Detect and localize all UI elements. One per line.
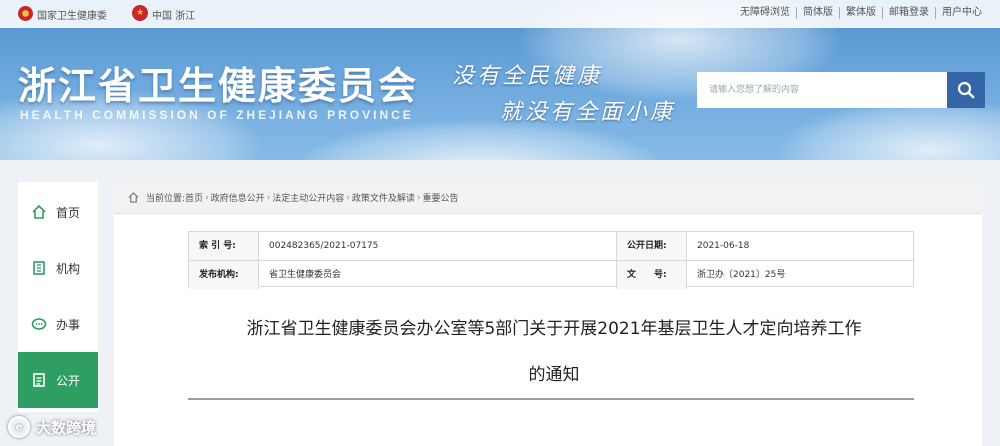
issuer-value: 省卫生健康委员会 (259, 261, 617, 289)
breadcrumb-item-home[interactable]: 首页 (185, 191, 203, 204)
document-title-line-2: 的通知 (528, 365, 580, 385)
breadcrumb-item-statutory[interactable]: 法定主动公开内容 (272, 191, 344, 204)
document-title: 浙江省卫生健康委员会办公室等5部门关于开展2021年基层卫生人才定向培养工作 的… (174, 306, 934, 398)
publish-date-value: 2021-06-18 (697, 241, 750, 251)
china-flag-icon: ★ (132, 5, 148, 21)
mail-login-link[interactable]: 邮箱登录 (882, 7, 935, 19)
document-title-line-1: 浙江省卫生健康委员会办公室等5部门关于开展2021年基层卫生人才定向培养工作 (246, 319, 862, 339)
search-icon (957, 81, 975, 99)
traditional-link[interactable]: 繁体版 (839, 7, 882, 19)
search-button[interactable] (947, 72, 985, 108)
breadcrumb-item-disclosure[interactable]: 政府信息公开 (211, 191, 265, 204)
top-bar: 国家卫生健康委 ★ 中国 浙江 无障碍浏览 简体版 繁体版 邮箱登录 用户中心 (0, 0, 1000, 28)
breadcrumb-separator: › (346, 192, 350, 203)
breadcrumb: 当前位置: 首页 › 政府信息公开 › 法定主动公开内容 › 政策文件及解读 ›… (114, 182, 982, 214)
slogan-line-2: 就没有全面小康 (500, 100, 676, 125)
breadcrumb-item-policy[interactable]: 政策文件及解读 (352, 191, 415, 204)
index-number-value: 002482365/2021-07175 (259, 232, 617, 260)
sidebar-item-label: 首页 (56, 205, 81, 220)
index-number-label: 索 引 号: (189, 232, 259, 260)
document-number-value: 浙卫办〔2021〕25号 (697, 270, 786, 280)
slogan-line-1: 没有全民健康 (452, 64, 603, 89)
chat-icon (30, 315, 48, 333)
top-links: 无障碍浏览 简体版 繁体版 邮箱登录 用户中心 (734, 7, 988, 19)
china-zhejiang-link[interactable]: 中国 浙江 (152, 7, 195, 22)
metadata-row: 索 引 号: 002482365/2021-07175 公开日期: 2021-0… (189, 232, 915, 260)
watermark-logo-icon: e (8, 416, 30, 438)
watermark-text: 大数跨境 (36, 418, 97, 437)
user-center-link[interactable]: 用户中心 (935, 7, 988, 19)
site-title[interactable]: 浙江省卫生健康委员会 (18, 55, 418, 110)
breadcrumb-separator: › (266, 192, 271, 203)
sidebar-item-label: 机构 (56, 261, 81, 276)
document-icon (30, 371, 48, 389)
title-divider (188, 398, 914, 400)
breadcrumb-prefix: 当前位置: (146, 194, 186, 204)
watermark: e 大数跨境 (8, 416, 96, 438)
building-icon (30, 259, 48, 277)
site-subtitle: HEALTH COMMISSION OF ZHEJIANG PROVINCE (20, 108, 414, 122)
national-health-link[interactable]: 国家卫生健康委 (37, 7, 107, 22)
publish-date-label: 公开日期: (617, 232, 687, 260)
breadcrumb-separator: › (205, 192, 209, 203)
sidebar-item-disclosure[interactable]: 公开 (18, 352, 98, 408)
main-content: 当前位置: 首页 › 政府信息公开 › 法定主动公开内容 › 政策文件及解读 ›… (114, 182, 982, 446)
sidebar-item-label: 公开 (56, 373, 81, 388)
document-number-label: 文 号: (617, 261, 687, 289)
national-emblem-icon (18, 6, 33, 21)
breadcrumb-item-notices[interactable]: 重要公告 (423, 191, 459, 204)
accessibility-link[interactable]: 无障碍浏览 (734, 7, 796, 19)
metadata-row: 发布机构: 省卫生健康委员会 文 号: 浙卫办〔2021〕25号 (189, 260, 915, 289)
sidebar-item-agency[interactable]: 机构 (18, 240, 98, 296)
sidebar-item-label: 办事 (56, 317, 81, 332)
issuer-label: 发布机构: (189, 261, 259, 289)
home-icon (30, 203, 48, 221)
sidebar-item-services[interactable]: 办事 (18, 296, 98, 352)
document-metadata-table: 索 引 号: 002482365/2021-07175 公开日期: 2021-0… (188, 231, 915, 289)
sidebar-item-home[interactable]: 首页 (18, 184, 98, 240)
simplified-link[interactable]: 简体版 (796, 7, 839, 19)
home-icon (128, 192, 139, 206)
search-input[interactable] (697, 72, 947, 108)
breadcrumb-separator: › (416, 192, 421, 203)
sidebar-nav: 首页 机构 办事 公开 (18, 182, 98, 412)
